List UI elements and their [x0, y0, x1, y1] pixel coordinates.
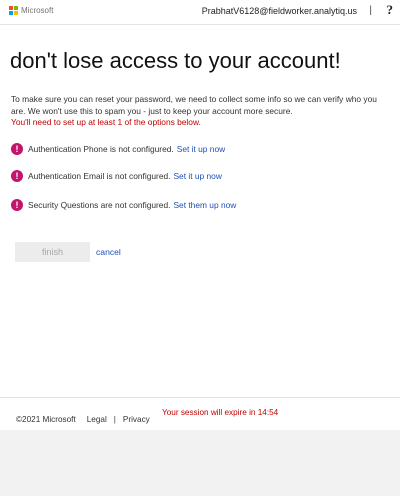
setup-security-questions-link[interactable]: Set them up now — [173, 200, 236, 210]
page: Microsoft PrabhatV6128@fieldworker.analy… — [0, 0, 400, 430]
cancel-link[interactable]: cancel — [96, 247, 121, 257]
privacy-link[interactable]: Privacy — [123, 415, 150, 424]
setup-phone-link[interactable]: Set it up now — [177, 144, 225, 154]
alert-icon: ! — [11, 199, 23, 211]
microsoft-logo-icon — [9, 6, 18, 15]
requirement-text: Authentication Phone is not configured. — [28, 144, 174, 154]
setup-warning: You'll need to set up at least 1 of the … — [11, 117, 201, 127]
session-timer: Your session will expire in 14:54 — [162, 408, 279, 417]
footer: ©2021 Microsoft Legal | Privacy — [16, 415, 150, 424]
legal-link[interactable]: Legal — [87, 415, 107, 424]
requirement-text: Security Questions are not configured. — [28, 200, 171, 210]
footer-separator: | — [113, 415, 116, 424]
requirement-email: ! Authentication Email is not configured… — [11, 170, 222, 182]
header: Microsoft PrabhatV6128@fieldworker.analy… — [0, 0, 400, 25]
footer-divider — [0, 397, 400, 398]
finish-button[interactable]: finish — [15, 242, 90, 262]
header-divider: | — [369, 5, 372, 16]
intro-description: To make sure you can reset your password… — [11, 94, 377, 116]
microsoft-logo: Microsoft — [9, 6, 53, 15]
page-title: don't lose access to your account! — [10, 48, 341, 73]
requirement-phone: ! Authentication Phone is not configured… — [11, 143, 225, 155]
brand-name: Microsoft — [21, 6, 54, 15]
requirement-text: Authentication Email is not configured. — [28, 171, 171, 181]
alert-icon: ! — [11, 170, 23, 182]
copyright: ©2021 Microsoft — [16, 415, 76, 424]
help-icon[interactable]: ? — [387, 2, 394, 18]
setup-email-link[interactable]: Set it up now — [173, 171, 221, 181]
requirement-security-questions: ! Security Questions are not configured.… — [11, 199, 236, 211]
user-email: PrabhatV6128@fieldworker.analytiq.us — [201, 6, 357, 16]
alert-icon: ! — [11, 143, 23, 155]
intro-text: To make sure you can reset your password… — [11, 94, 391, 129]
